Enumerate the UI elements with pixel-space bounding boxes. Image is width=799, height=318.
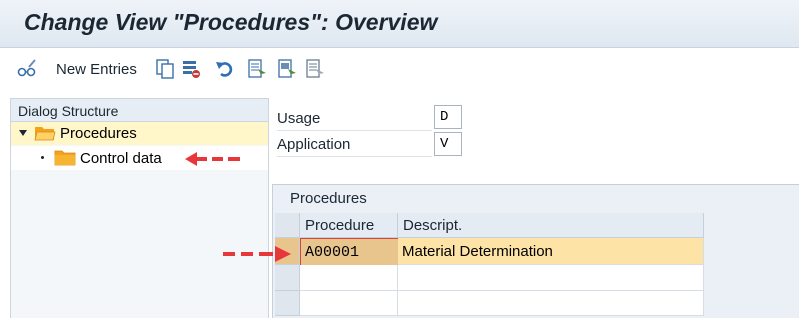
description-cell[interactable] [398, 291, 704, 316]
column-header-procedure[interactable]: Procedure [300, 213, 398, 238]
deselect-all-icon[interactable] [305, 58, 325, 80]
select-all-rows-button[interactable] [275, 213, 300, 238]
procedure-cell[interactable] [300, 265, 398, 291]
dialog-structure-title: Dialog Structure [18, 103, 119, 119]
tree-item-procedures[interactable]: Procedures [11, 122, 268, 145]
leaf-bullet-icon [41, 156, 44, 159]
annotation-arrow-right-icon [223, 246, 291, 262]
column-header-description[interactable]: Descript. [398, 213, 704, 238]
tree-item-label: Control data [80, 150, 162, 167]
folder-icon [54, 150, 76, 166]
application-field[interactable]: V [434, 132, 462, 156]
copy-icon[interactable] [155, 58, 175, 80]
procedure-cell[interactable] [300, 291, 398, 316]
delete-icon[interactable] [181, 58, 201, 80]
new-entries-button[interactable]: New Entries [56, 61, 137, 78]
select-block-icon[interactable] [277, 58, 297, 80]
usage-label: Usage [277, 106, 432, 131]
page-title: Change View "Procedures": Overview [24, 9, 438, 35]
description-cell[interactable] [398, 265, 704, 291]
undo-icon[interactable] [215, 58, 235, 80]
application-label: Application [277, 132, 432, 157]
row-selector[interactable] [275, 291, 300, 316]
procedure-cell[interactable]: A00001 [300, 238, 399, 266]
procedures-table-title: Procedures [290, 190, 367, 207]
annotation-arrow-left-icon [185, 152, 240, 166]
description-cell[interactable]: Material Determination [398, 238, 704, 265]
open-folder-icon [34, 127, 56, 141]
title-bar: Change View "Procedures": Overview [0, 0, 799, 48]
tree-item-label: Procedures [60, 125, 137, 142]
display-change-icon[interactable] [17, 58, 37, 80]
procedures-table-panel: Procedures Procedure Descript. A00001 Ma… [272, 184, 799, 318]
row-selector[interactable] [275, 265, 300, 291]
dialog-structure-panel: Dialog Structure Procedures Control data [10, 98, 269, 318]
dialog-structure-header: Dialog Structure [11, 99, 268, 122]
select-all-icon[interactable] [247, 58, 267, 80]
expand-triangle-icon[interactable] [19, 130, 27, 136]
usage-field[interactable]: D [434, 105, 462, 129]
